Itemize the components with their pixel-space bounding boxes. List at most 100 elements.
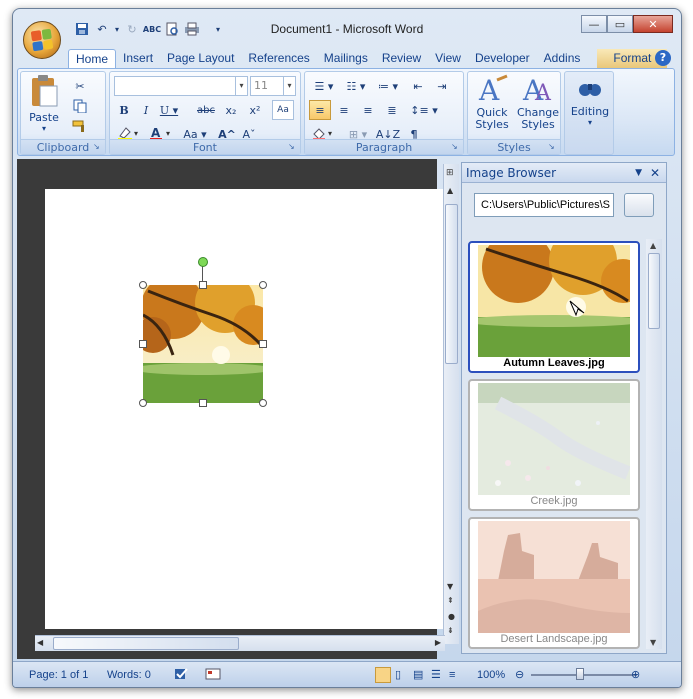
document-horizontal-scrollbar[interactable]: ◀ ▶ [35, 635, 445, 651]
undo-icon[interactable]: ↶ [93, 21, 111, 37]
macro-recording-icon[interactable] [205, 667, 223, 683]
subscript-icon[interactable]: x₂ [220, 100, 242, 120]
clipboard-launcher-icon[interactable]: ↘ [93, 142, 103, 152]
print-icon[interactable] [183, 21, 201, 37]
resize-handle[interactable] [259, 399, 267, 407]
customize-toolbar-icon[interactable]: ▾ [213, 21, 223, 37]
cut-icon[interactable]: ✂ [69, 76, 91, 96]
scroll-right-icon[interactable]: ▶ [435, 638, 441, 647]
close-button[interactable]: ✕ [633, 15, 673, 33]
font-name-combo[interactable]: ▾ [114, 76, 248, 96]
ruler-toggle-icon[interactable]: ⊞ [446, 168, 454, 178]
zoom-slider[interactable] [531, 674, 637, 676]
editing-button[interactable]: Editing ▾ [567, 76, 613, 136]
rotation-handle[interactable] [198, 257, 208, 267]
full-screen-reading-view-icon[interactable]: ▯ [395, 667, 411, 683]
justify-icon[interactable]: ≣ [381, 100, 403, 120]
superscript-icon[interactable]: x² [244, 100, 266, 120]
scroll-up-icon[interactable]: ▲ [447, 186, 453, 195]
print-preview-icon[interactable] [163, 21, 181, 37]
resize-handle[interactable] [259, 281, 267, 289]
clear-formatting-icon[interactable]: Aa [272, 100, 294, 120]
tab-developer[interactable]: Developer [468, 49, 537, 68]
strikethrough-icon[interactable]: abc [194, 100, 218, 120]
bold-icon[interactable]: B [114, 100, 134, 120]
resize-handle[interactable] [139, 340, 147, 348]
tab-mailings[interactable]: Mailings [317, 49, 375, 68]
scroll-left-icon[interactable]: ◀ [37, 638, 43, 647]
image-browser-scrollbar[interactable]: ▲ ▼ [646, 239, 662, 649]
italic-icon[interactable]: I [136, 100, 156, 120]
restore-button[interactable]: ▭ [607, 15, 633, 33]
zoom-out-icon[interactable]: ⊖ [515, 667, 529, 683]
web-layout-view-icon[interactable]: ▤ [413, 667, 429, 683]
tab-home[interactable]: Home [68, 49, 117, 68]
save-icon[interactable] [73, 21, 91, 37]
document-page[interactable] [45, 189, 447, 629]
font-size-dropdown-icon[interactable]: ▾ [283, 77, 295, 95]
help-icon[interactable]: ? [655, 50, 671, 66]
browse-button[interactable] [624, 193, 654, 217]
minimize-button[interactable]: — [581, 15, 607, 33]
align-center-icon[interactable]: ≡ [333, 100, 355, 120]
resize-handle[interactable] [259, 340, 267, 348]
quick-styles-button[interactable]: A Quick Styles [470, 74, 514, 136]
font-launcher-icon[interactable]: ↘ [288, 142, 298, 152]
bullets-icon[interactable]: ☰ ▾ [309, 76, 339, 96]
pane-options-icon[interactable]: ▼ [635, 163, 642, 183]
multilevel-list-icon[interactable]: ≔ ▾ [373, 76, 403, 96]
previous-page-icon[interactable]: ⇞ [447, 596, 454, 605]
zoom-in-icon[interactable]: ⊕ [631, 667, 645, 683]
undo-dropdown-icon[interactable]: ▾ [113, 21, 121, 37]
vertical-scroll-thumb[interactable] [445, 204, 458, 364]
image-path-input[interactable]: C:\Users\Public\Pictures\S [474, 193, 614, 217]
tab-addins[interactable]: Addins [537, 49, 588, 68]
align-left-icon[interactable]: ≡ [309, 100, 331, 120]
copy-icon[interactable] [69, 96, 91, 116]
paste-button[interactable]: Paste ▾ [25, 74, 63, 136]
change-styles-button[interactable]: AA Change Styles [516, 74, 560, 136]
resize-handle[interactable] [139, 281, 147, 289]
next-page-icon[interactable]: ⇟ [447, 626, 454, 635]
proofing-icon[interactable] [173, 667, 191, 683]
numbering-icon[interactable]: ☷ ▾ [341, 76, 371, 96]
zoom-level[interactable]: 100% [477, 667, 505, 683]
underline-icon[interactable]: U ▾ [158, 100, 180, 120]
horizontal-scroll-thumb[interactable] [53, 637, 239, 650]
print-layout-view-icon[interactable] [375, 667, 391, 683]
resize-handle[interactable] [139, 399, 147, 407]
font-size-combo[interactable]: 11 ▾ [250, 76, 296, 96]
word-count[interactable]: Words: 0 [107, 667, 151, 683]
pane-scroll-thumb[interactable] [648, 253, 660, 329]
tab-insert[interactable]: Insert [116, 49, 160, 68]
resize-handle[interactable] [199, 281, 207, 289]
thumbnail-creek[interactable]: Creek.jpg [468, 379, 640, 511]
tab-references[interactable]: References [241, 49, 316, 68]
pane-scroll-up-icon[interactable]: ▲ [650, 241, 656, 250]
redo-icon[interactable]: ↻ [123, 21, 141, 37]
scroll-down-icon[interactable]: ▼ [447, 582, 453, 591]
outline-view-icon[interactable]: ☰ [431, 667, 447, 683]
format-painter-icon[interactable] [69, 116, 91, 136]
line-spacing-icon[interactable]: ↕≡ ▾ [409, 100, 439, 120]
align-right-icon[interactable]: ≡ [357, 100, 379, 120]
pane-scroll-down-icon[interactable]: ▼ [650, 638, 656, 647]
increase-indent-icon[interactable]: ⇥ [431, 76, 453, 96]
inserted-picture[interactable] [133, 257, 273, 407]
select-browse-object-icon[interactable]: ● [448, 612, 455, 621]
resize-handle[interactable] [199, 399, 207, 407]
office-button[interactable] [23, 21, 61, 59]
tab-view[interactable]: View [428, 49, 468, 68]
font-name-dropdown-icon[interactable]: ▾ [235, 77, 247, 95]
zoom-slider-knob[interactable] [576, 668, 584, 680]
tab-page-layout[interactable]: Page Layout [160, 49, 241, 68]
page-count[interactable]: Page: 1 of 1 [29, 667, 88, 683]
paragraph-launcher-icon[interactable]: ↘ [451, 142, 461, 152]
styles-launcher-icon[interactable]: ↘ [548, 142, 558, 152]
document-vertical-scrollbar[interactable]: ⊞ ▲ ▼ ⇞ ● ⇟ [443, 164, 459, 644]
draft-view-icon[interactable]: ≡ [449, 667, 465, 683]
thumbnail-autumn-leaves[interactable]: Autumn Leaves.jpg [468, 241, 640, 373]
pane-close-icon[interactable]: ✕ [650, 163, 660, 183]
spelling-icon[interactable]: ABC [143, 21, 161, 37]
thumbnail-desert-landscape[interactable]: Desert Landscape.jpg [468, 517, 640, 649]
